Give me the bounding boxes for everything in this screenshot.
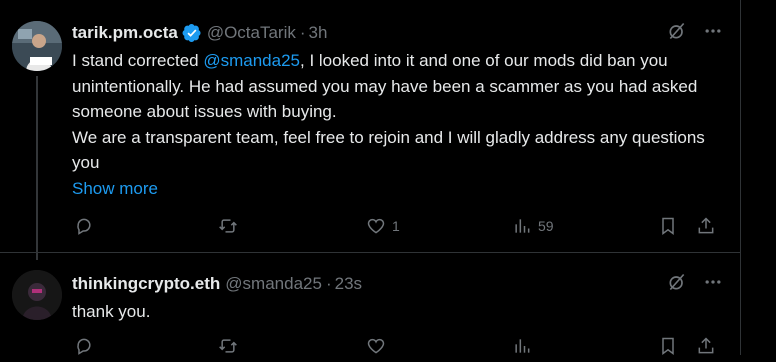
reply-button[interactable]	[74, 336, 94, 356]
timestamp[interactable]: 3h	[309, 23, 328, 43]
share-icon	[698, 217, 714, 234]
like-count: 1	[392, 218, 400, 234]
avatar[interactable]	[12, 270, 62, 320]
share-icon	[698, 337, 714, 354]
views-icon	[515, 339, 530, 353]
more-icon[interactable]	[702, 271, 724, 293]
reply-icon	[77, 338, 91, 355]
tweet-header: tarik.pm.octa @OctaTarik · 3h	[72, 20, 724, 45]
grok-icon[interactable]	[666, 271, 688, 293]
verified-badge-icon	[182, 23, 202, 43]
handle[interactable]: @smanda25	[225, 274, 322, 294]
views-button[interactable]: 59	[512, 216, 554, 236]
tweet-text: I stand corrected @smanda25, I looked in…	[72, 48, 724, 176]
bookmark-button[interactable]	[658, 216, 678, 236]
action-bar	[72, 336, 722, 362]
share-button[interactable]	[696, 216, 716, 236]
display-name[interactable]: thinkingcrypto.eth	[72, 274, 220, 294]
view-count: 59	[538, 218, 554, 234]
tweet[interactable]: tarik.pm.octa @OctaTarik · 3h I stand co…	[0, 0, 740, 260]
separator: ·	[299, 22, 306, 42]
text-segment: We are a transparent team, feel free to …	[72, 127, 705, 173]
text-segment: I stand corrected	[72, 51, 204, 70]
like-button[interactable]	[366, 336, 386, 356]
action-bar: 1 59	[72, 216, 722, 242]
views-icon	[515, 219, 530, 233]
reply-button[interactable]	[74, 216, 94, 236]
timestamp[interactable]: 23s	[335, 274, 362, 294]
tweet[interactable]: thinkingcrypto.eth @smanda25 · 23s thank…	[0, 252, 740, 356]
like-icon	[367, 338, 385, 354]
avatar[interactable]	[12, 21, 62, 71]
like-button[interactable]: 1	[366, 216, 400, 236]
column-border	[740, 0, 741, 355]
retweet-button[interactable]	[218, 216, 238, 236]
like-icon	[367, 218, 385, 234]
tweet-text: thank you.	[72, 302, 151, 321]
thread-line	[36, 76, 38, 260]
retweet-icon	[219, 219, 237, 233]
display-name[interactable]: tarik.pm.octa	[72, 23, 178, 43]
mention-link[interactable]: @smanda25	[203, 51, 300, 70]
show-more-link[interactable]: Show more	[72, 176, 724, 202]
views-button[interactable]	[512, 336, 532, 356]
more-icon[interactable]	[702, 20, 724, 42]
bookmark-button[interactable]	[658, 336, 678, 356]
share-button[interactable]	[696, 336, 716, 356]
bookmark-icon	[662, 217, 674, 235]
retweet-button[interactable]	[218, 336, 238, 356]
tweet-header: thinkingcrypto.eth @smanda25 · 23s	[72, 271, 724, 296]
retweet-icon	[219, 339, 237, 353]
bookmark-icon	[662, 337, 674, 355]
handle[interactable]: @OctaTarik	[207, 23, 296, 43]
reply-icon	[77, 218, 91, 235]
separator: ·	[325, 273, 332, 293]
grok-icon[interactable]	[666, 20, 688, 42]
